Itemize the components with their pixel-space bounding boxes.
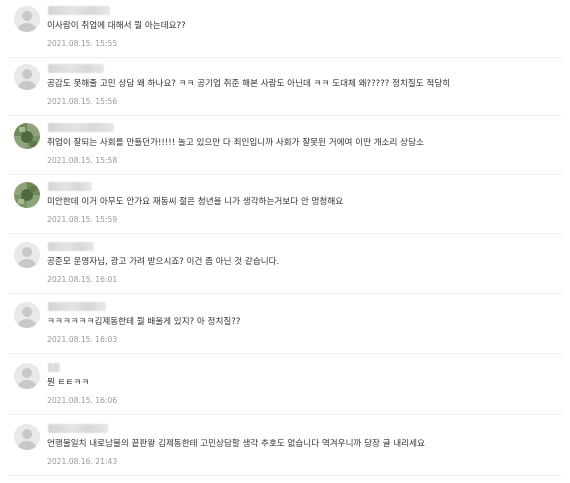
default-avatar-icon[interactable] xyxy=(14,363,40,389)
default-avatar-icon[interactable] xyxy=(14,302,40,328)
comment-text: 미안한데 이거 아무도 안가요 재동씨 젊은 청년을 니가 생각하는거보다 안 … xyxy=(47,197,344,207)
default-avatar-icon[interactable] xyxy=(14,64,40,90)
comment-date: 2021.08.15. 15:59 xyxy=(47,215,118,224)
default-avatar-icon[interactable] xyxy=(14,6,40,32)
comment-date: 2021.08.16. 21:43 xyxy=(47,457,118,466)
nickname-blurred[interactable] xyxy=(48,182,92,191)
comment-text: ㅋㅋㅋㅋㅋㅋ김제동한테 뭘 배울게 있지? 아 정치질?? xyxy=(47,317,241,327)
comment-date: 2021.08.15. 16:01 xyxy=(47,275,118,284)
default-avatar-icon[interactable] xyxy=(14,242,40,268)
comment-item: 공감도 못해줄 고민 상담 왜 하나요? ㅋㅋ 공기업 취준 해본 사람도 아닌… xyxy=(0,58,570,116)
comment-item: 취업이 잘되는 사회를 만들던가!!!!! 놀고 있으만 다 죄인입니까 사회가… xyxy=(0,117,570,175)
comment-date: 2021.08.15. 16:06 xyxy=(47,396,118,405)
nickname-blurred[interactable] xyxy=(48,242,94,251)
nickname-blurred[interactable] xyxy=(48,6,110,15)
comment-date: 2021.08.15. 15:55 xyxy=(47,39,118,48)
comment-item: 언행불일치 내로남불의 끝판왕 김제동한테 고민상담할 생각 추호도 없습니다 … xyxy=(0,418,570,476)
comment-text: 언행불일치 내로남불의 끝판왕 김제동한테 고민상담할 생각 추호도 없습니다 … xyxy=(47,439,425,449)
comment-text: 공준모 운영자님, 광고 가려 받으시죠? 이건 좀 아닌 것 같습니다. xyxy=(47,257,280,267)
nickname-blurred[interactable] xyxy=(48,424,108,433)
nickname-blurred[interactable] xyxy=(48,363,60,372)
custom-avatar-icon[interactable] xyxy=(14,182,40,208)
nickname-blurred[interactable] xyxy=(48,302,106,311)
comment-date: 2021.08.15. 15:56 xyxy=(47,97,118,106)
comment-item: 이사람이 취업에 대해서 뭘 아는데요?? 2021.08.15. 15:55 xyxy=(0,0,570,58)
custom-avatar-icon[interactable] xyxy=(14,123,40,149)
comment-text: 공감도 못해줄 고민 상담 왜 하나요? ㅋㅋ 공기업 취준 해본 사람도 아닌… xyxy=(47,79,451,89)
comment-item: 뭔 ㅌㅌㅋㅋ 2021.08.15. 16:06 xyxy=(0,357,570,415)
nickname-blurred[interactable] xyxy=(48,64,104,73)
default-avatar-icon[interactable] xyxy=(14,424,40,450)
comment-date: 2021.08.15. 15:58 xyxy=(47,156,118,165)
nickname-blurred[interactable] xyxy=(48,123,114,132)
comment-item: 공준모 운영자님, 광고 가려 받으시죠? 이건 좀 아닌 것 같습니다. 20… xyxy=(0,236,570,294)
comment-item: 미안한데 이거 아무도 안가요 재동씨 젊은 청년을 니가 생각하는거보다 안 … xyxy=(0,176,570,234)
comment-date: 2021.08.15. 16:03 xyxy=(47,335,118,344)
comment-text: 뭔 ㅌㅌㅋㅋ xyxy=(47,378,90,388)
comment-text: 이사람이 취업에 대해서 뭘 아는데요?? xyxy=(47,21,186,31)
comment-item: ㅋㅋㅋㅋㅋㅋ김제동한테 뭘 배울게 있지? 아 정치질?? 2021.08.15… xyxy=(0,296,570,354)
comment-text: 취업이 잘되는 사회를 만들던가!!!!! 놀고 있으만 다 죄인입니까 사회가… xyxy=(47,138,424,148)
